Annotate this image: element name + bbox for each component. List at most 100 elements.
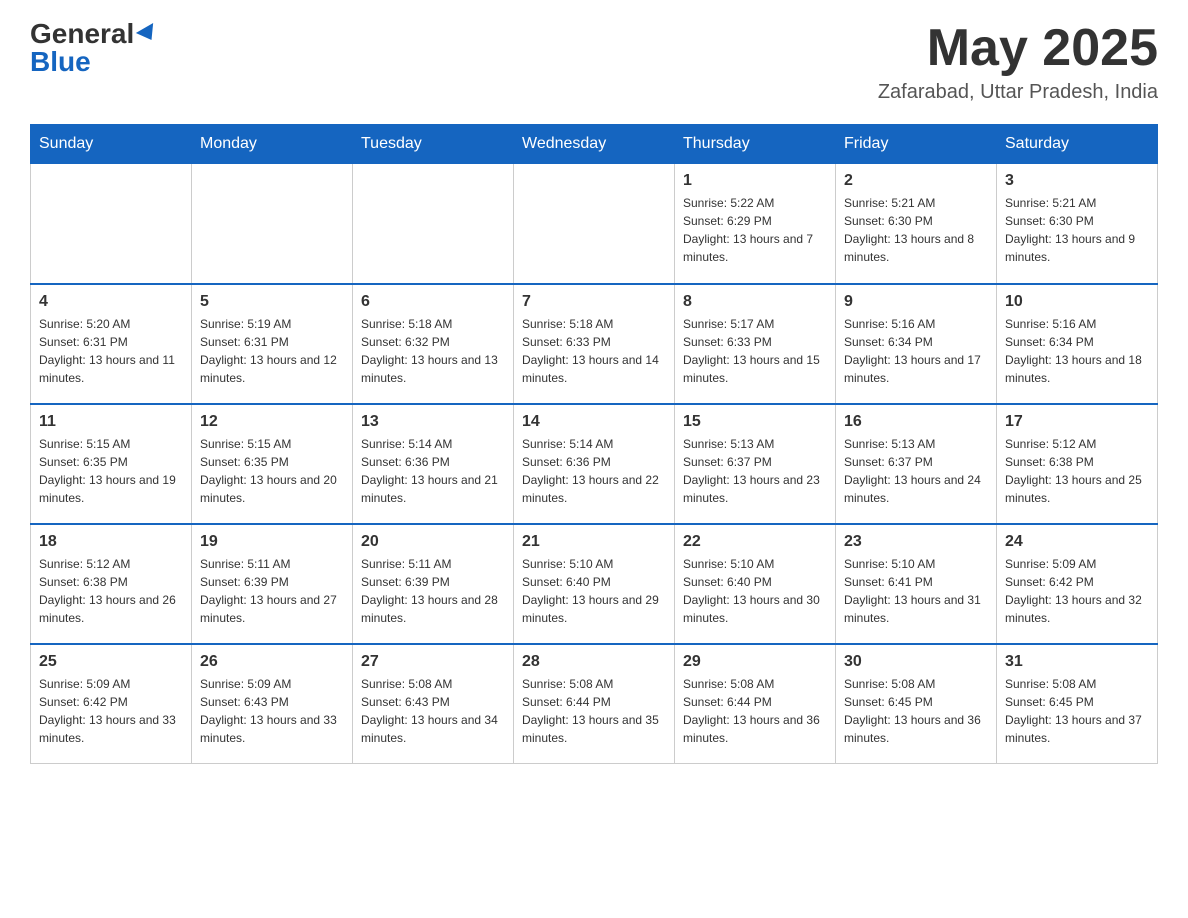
day-header-friday: Friday: [836, 125, 997, 164]
calendar-day-cell: 7Sunrise: 5:18 AMSunset: 6:33 PMDaylight…: [514, 284, 675, 404]
calendar-day-cell: 23 Sunrise: 5:10 AMSunset: 6:41 PMDayligh…: [836, 524, 997, 644]
day-number: 9: [844, 293, 988, 311]
calendar-day-cell: 18Sunrise: 5:12 AMSunset: 6:38 PMDayligh…: [31, 524, 192, 644]
day-info: Sunrise: 5:08 AMSunset: 6:44 PMDaylight:…: [683, 675, 827, 747]
day-number: 29: [683, 653, 827, 671]
day-header-wednesday: Wednesday: [514, 125, 675, 164]
day-number: 21: [522, 533, 666, 551]
day-number: 28: [522, 653, 666, 671]
calendar-day-cell: 3 Sunrise: 5:21 AMSunset: 6:30 PMDaylight…: [997, 164, 1158, 284]
calendar-title: May 2025: [878, 20, 1158, 77]
day-number: 22: [683, 533, 827, 551]
calendar-day-cell: 31Sunrise: 5:08 AMSunset: 6:45 PMDayligh…: [997, 644, 1158, 764]
day-number: 4: [39, 293, 183, 311]
calendar-day-cell: 15Sunrise: 5:13 AMSunset: 6:37 PMDayligh…: [675, 404, 836, 524]
calendar-day-cell: 16Sunrise: 5:13 AMSunset: 6:37 PMDayligh…: [836, 404, 997, 524]
calendar-day-cell: 24Sunrise: 5:09 AMSunset: 6:42 PMDayligh…: [997, 524, 1158, 644]
calendar-week-row: 4Sunrise: 5:20 AMSunset: 6:31 PMDaylight…: [31, 284, 1158, 404]
calendar-week-row: 1 Sunrise: 5:22 AMSunset: 6:29 PMDaylight…: [31, 164, 1158, 284]
day-number: 20: [361, 533, 505, 551]
day-info: Sunrise: 5:11 AMSunset: 6:39 PMDaylight:…: [200, 555, 344, 627]
day-number: 19: [200, 533, 344, 551]
calendar-day-cell: 29 Sunrise: 5:08 AMSunset: 6:44 PMDayligh…: [675, 644, 836, 764]
calendar-day-cell: 11 Sunrise: 5:15 AMSunset: 6:35 PMDayligh…: [31, 404, 192, 524]
page-header: General Blue May 2025 Zafarabad, Uttar P…: [30, 20, 1158, 104]
day-number: 30: [844, 653, 988, 671]
calendar-day-cell: [353, 164, 514, 284]
day-info: Sunrise: 5:10 AMSunset: 6:40 PMDaylight:…: [683, 555, 827, 627]
calendar-day-cell: 28 Sunrise: 5:08 AMSunset: 6:44 PMDayligh…: [514, 644, 675, 764]
calendar-day-cell: 17 Sunrise: 5:12 AMSunset: 6:38 PMDayligh…: [997, 404, 1158, 524]
day-number: 17: [1005, 413, 1149, 431]
day-info: Sunrise: 5:21 AMSunset: 6:30 PMDaylight:…: [844, 194, 988, 266]
day-number: 3: [1005, 172, 1149, 190]
calendar-day-cell: 6 Sunrise: 5:18 AMSunset: 6:32 PMDaylight…: [353, 284, 514, 404]
day-info: Sunrise: 5:13 AMSunset: 6:37 PMDaylight:…: [683, 435, 827, 507]
day-number: 23: [844, 533, 988, 551]
calendar-week-row: 18Sunrise: 5:12 AMSunset: 6:38 PMDayligh…: [31, 524, 1158, 644]
day-number: 8: [683, 293, 827, 311]
day-number: 5: [200, 293, 344, 311]
logo-general: General: [30, 20, 134, 48]
calendar-day-cell: 12 Sunrise: 5:15 AMSunset: 6:35 PMDayligh…: [192, 404, 353, 524]
day-number: 25: [39, 653, 183, 671]
day-info: Sunrise: 5:09 AMSunset: 6:42 PMDaylight:…: [39, 675, 183, 747]
day-info: Sunrise: 5:18 AMSunset: 6:32 PMDaylight:…: [361, 315, 505, 387]
calendar-day-cell: 14Sunrise: 5:14 AMSunset: 6:36 PMDayligh…: [514, 404, 675, 524]
calendar-day-cell: 25 Sunrise: 5:09 AMSunset: 6:42 PMDayligh…: [31, 644, 192, 764]
calendar-week-row: 25 Sunrise: 5:09 AMSunset: 6:42 PMDayligh…: [31, 644, 1158, 764]
day-header-saturday: Saturday: [997, 125, 1158, 164]
calendar-day-cell: 22 Sunrise: 5:10 AMSunset: 6:40 PMDayligh…: [675, 524, 836, 644]
day-info: Sunrise: 5:15 AMSunset: 6:35 PMDaylight:…: [200, 435, 344, 507]
day-number: 6: [361, 293, 505, 311]
day-info: Sunrise: 5:21 AMSunset: 6:30 PMDaylight:…: [1005, 194, 1149, 266]
logo: General Blue: [30, 20, 158, 76]
day-info: Sunrise: 5:16 AMSunset: 6:34 PMDaylight:…: [844, 315, 988, 387]
day-info: Sunrise: 5:16 AMSunset: 6:34 PMDaylight:…: [1005, 315, 1149, 387]
logo-arrow-icon: [136, 23, 160, 45]
day-number: 24: [1005, 533, 1149, 551]
day-number: 18: [39, 533, 183, 551]
day-number: 11: [39, 413, 183, 431]
day-number: 10: [1005, 293, 1149, 311]
day-info: Sunrise: 5:12 AMSunset: 6:38 PMDaylight:…: [1005, 435, 1149, 507]
day-info: Sunrise: 5:15 AMSunset: 6:35 PMDaylight:…: [39, 435, 183, 507]
day-info: Sunrise: 5:08 AMSunset: 6:45 PMDaylight:…: [844, 675, 988, 747]
calendar-day-cell: [31, 164, 192, 284]
day-number: 13: [361, 413, 505, 431]
day-header-thursday: Thursday: [675, 125, 836, 164]
day-number: 1: [683, 172, 827, 190]
calendar-day-cell: 13Sunrise: 5:14 AMSunset: 6:36 PMDayligh…: [353, 404, 514, 524]
day-number: 2: [844, 172, 988, 190]
calendar-day-cell: 21 Sunrise: 5:10 AMSunset: 6:40 PMDayligh…: [514, 524, 675, 644]
day-number: 12: [200, 413, 344, 431]
day-info: Sunrise: 5:08 AMSunset: 6:44 PMDaylight:…: [522, 675, 666, 747]
calendar-table: SundayMondayTuesdayWednesdayThursdayFrid…: [30, 124, 1158, 764]
day-info: Sunrise: 5:22 AMSunset: 6:29 PMDaylight:…: [683, 194, 827, 266]
calendar-week-row: 11 Sunrise: 5:15 AMSunset: 6:35 PMDayligh…: [31, 404, 1158, 524]
calendar-day-cell: [192, 164, 353, 284]
calendar-day-cell: 20 Sunrise: 5:11 AMSunset: 6:39 PMDayligh…: [353, 524, 514, 644]
day-info: Sunrise: 5:08 AMSunset: 6:45 PMDaylight:…: [1005, 675, 1149, 747]
calendar-day-cell: 19 Sunrise: 5:11 AMSunset: 6:39 PMDayligh…: [192, 524, 353, 644]
day-info: Sunrise: 5:19 AMSunset: 6:31 PMDaylight:…: [200, 315, 344, 387]
calendar-day-cell: 30 Sunrise: 5:08 AMSunset: 6:45 PMDayligh…: [836, 644, 997, 764]
day-number: 7: [522, 293, 666, 311]
calendar-header-row: SundayMondayTuesdayWednesdayThursdayFrid…: [31, 125, 1158, 164]
day-number: 16: [844, 413, 988, 431]
day-info: Sunrise: 5:10 AMSunset: 6:41 PMDaylight:…: [844, 555, 988, 627]
calendar-day-cell: 1 Sunrise: 5:22 AMSunset: 6:29 PMDaylight…: [675, 164, 836, 284]
calendar-day-cell: 9 Sunrise: 5:16 AMSunset: 6:34 PMDaylight…: [836, 284, 997, 404]
day-info: Sunrise: 5:11 AMSunset: 6:39 PMDaylight:…: [361, 555, 505, 627]
day-info: Sunrise: 5:10 AMSunset: 6:40 PMDaylight:…: [522, 555, 666, 627]
calendar-day-cell: 27Sunrise: 5:08 AMSunset: 6:43 PMDayligh…: [353, 644, 514, 764]
calendar-day-cell: 5 Sunrise: 5:19 AMSunset: 6:31 PMDaylight…: [192, 284, 353, 404]
day-info: Sunrise: 5:17 AMSunset: 6:33 PMDaylight:…: [683, 315, 827, 387]
calendar-day-cell: 4Sunrise: 5:20 AMSunset: 6:31 PMDaylight…: [31, 284, 192, 404]
title-section: May 2025 Zafarabad, Uttar Pradesh, India: [878, 20, 1158, 104]
day-number: 26: [200, 653, 344, 671]
day-number: 14: [522, 413, 666, 431]
day-header-monday: Monday: [192, 125, 353, 164]
calendar-day-cell: 26Sunrise: 5:09 AMSunset: 6:43 PMDayligh…: [192, 644, 353, 764]
day-info: Sunrise: 5:08 AMSunset: 6:43 PMDaylight:…: [361, 675, 505, 747]
